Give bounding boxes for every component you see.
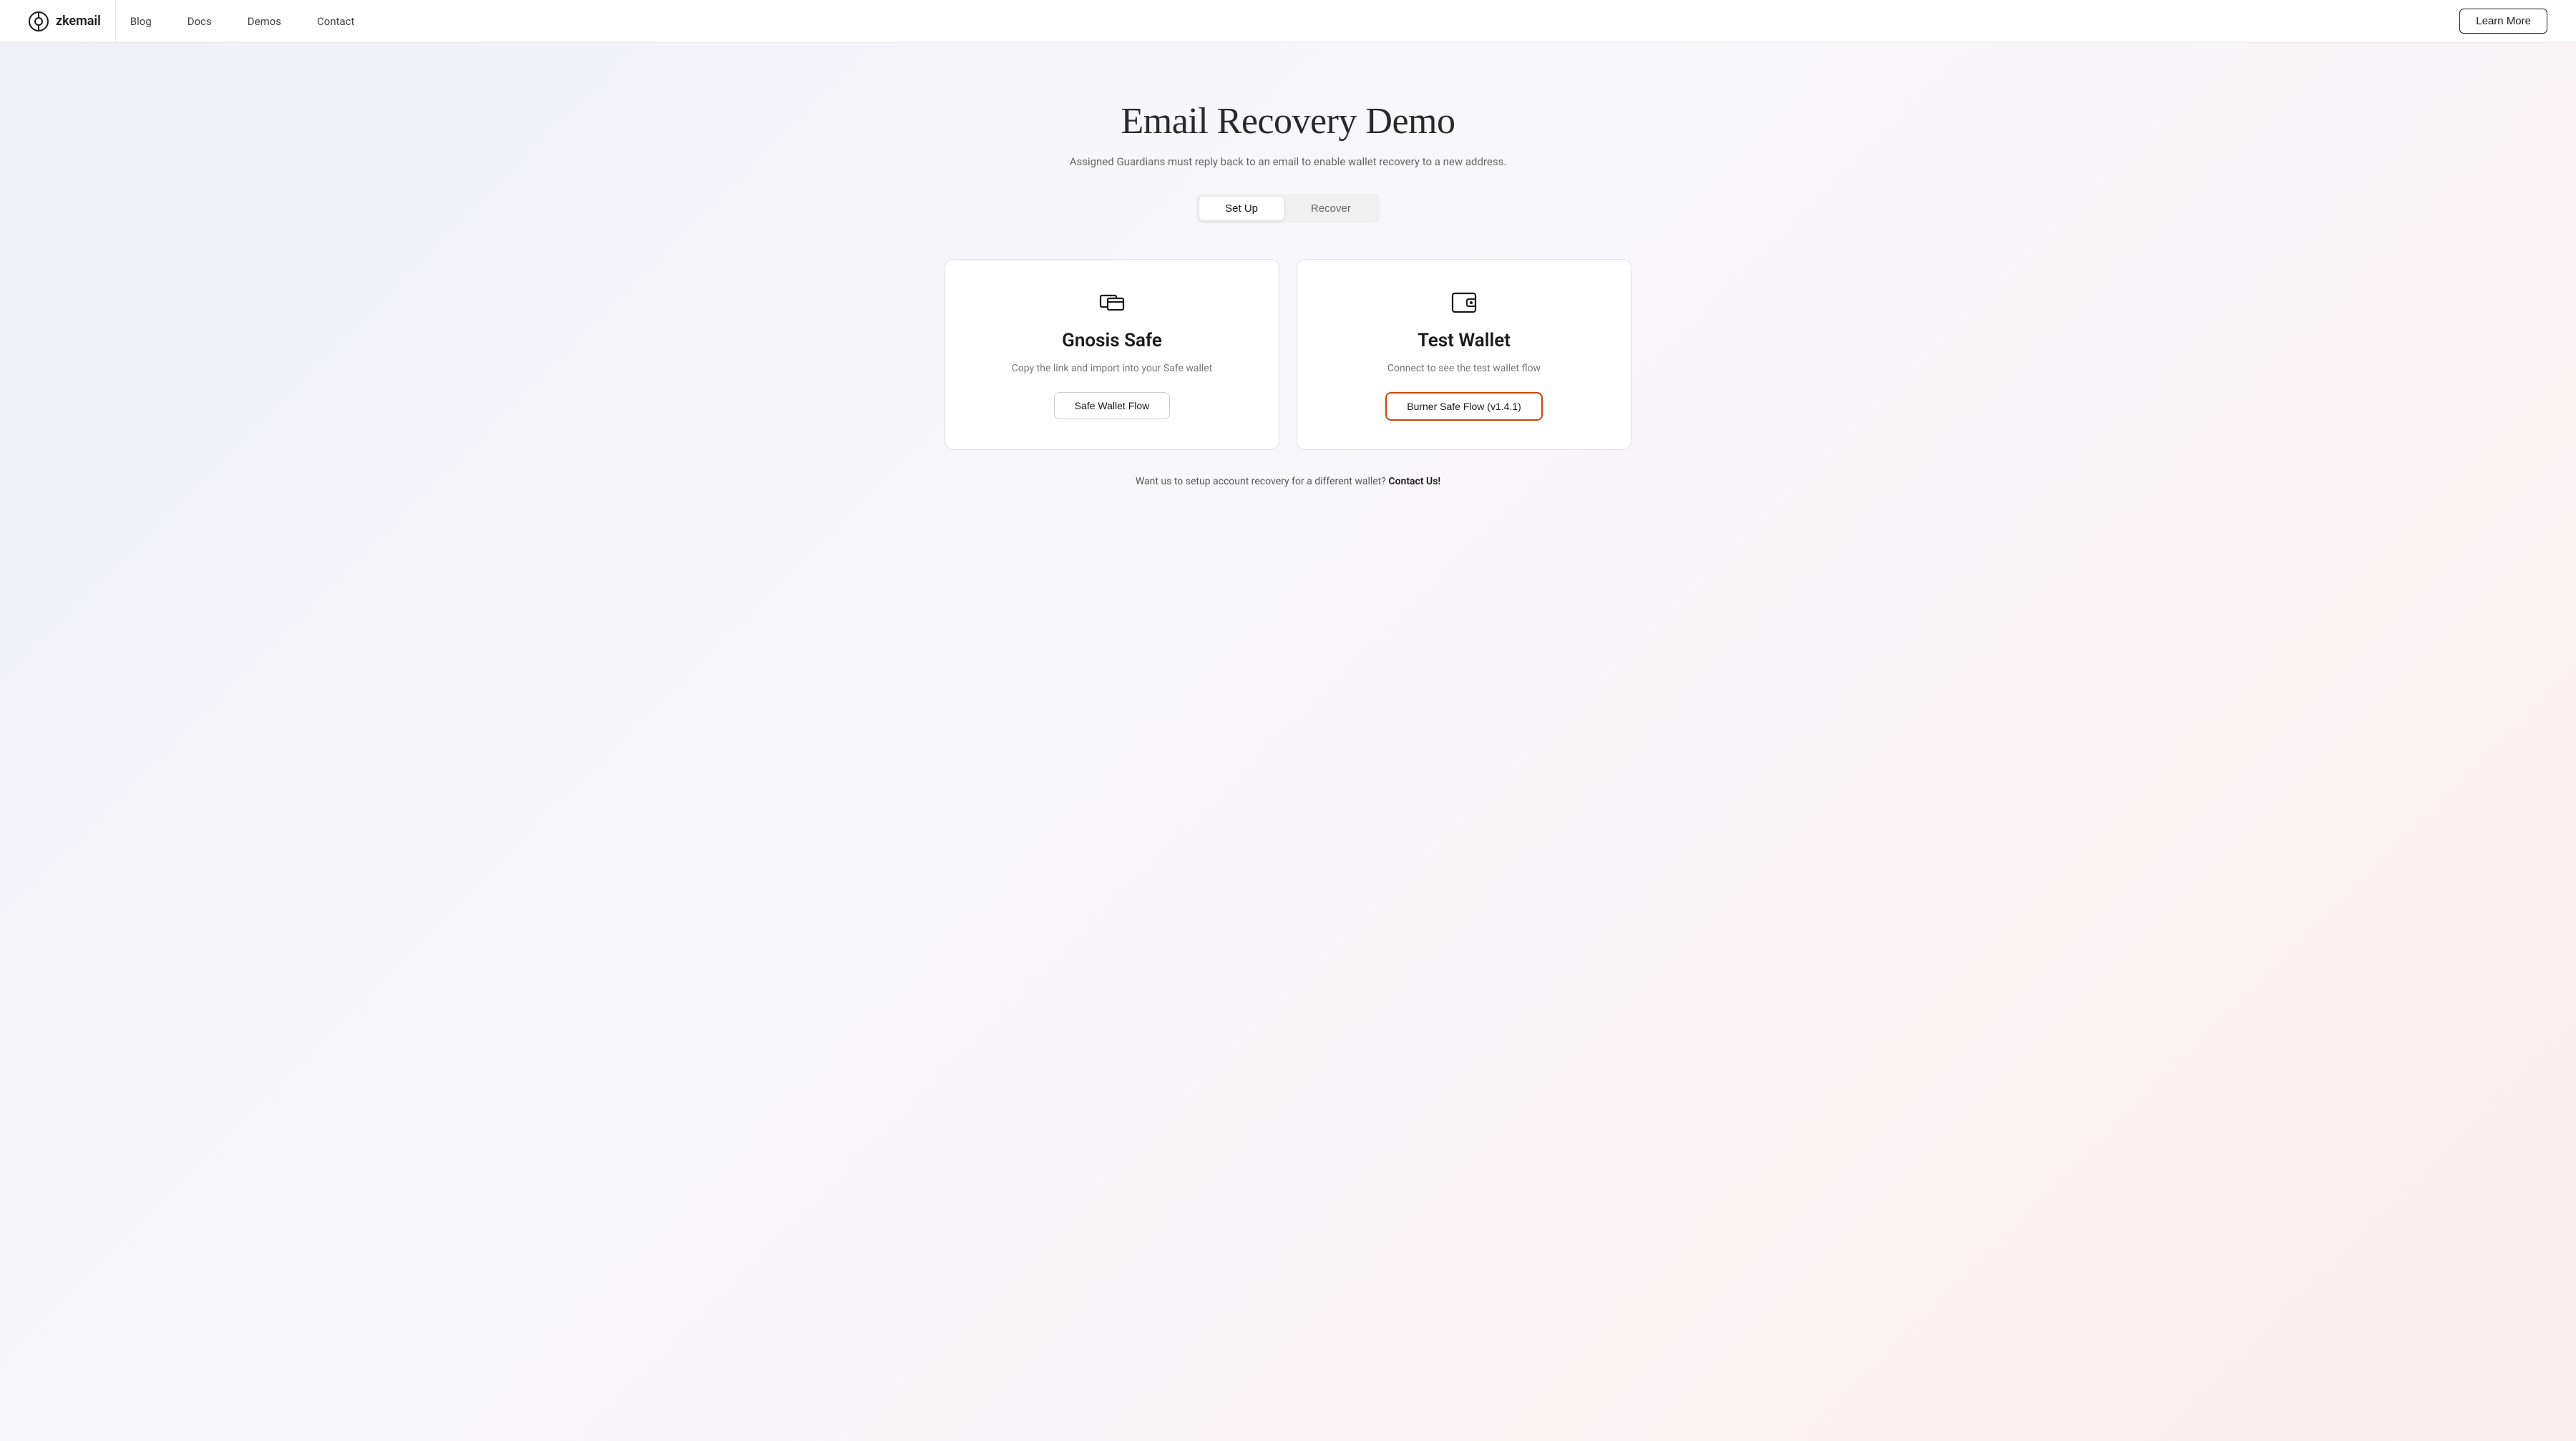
navbar-right: Learn More (2459, 9, 2547, 34)
logo-text: zkemail (56, 14, 101, 29)
tab-recover[interactable]: Recover (1285, 197, 1377, 220)
learn-more-button[interactable]: Learn More (2459, 9, 2547, 34)
test-wallet-icon (1450, 288, 1478, 317)
page-subtitle: Assigned Guardians must reply back to an… (1070, 155, 1507, 168)
logo-container: zkemail (29, 11, 101, 31)
nav-link-demos[interactable]: Demos (248, 15, 281, 28)
footer-text-content: Want us to setup account recovery for a … (1136, 476, 1386, 487)
gnosis-safe-description: Copy the link and import into your Safe … (1012, 361, 1213, 376)
gnosis-safe-title: Gnosis Safe (1062, 330, 1162, 351)
main-content: Email Recovery Demo Assigned Guardians m… (0, 43, 2576, 530)
navbar-links: Blog Docs Demos Contact (130, 15, 2460, 28)
nav-link-docs[interactable]: Docs (187, 15, 212, 28)
burner-safe-flow-button[interactable]: Burner Safe Flow (v1.4.1) (1385, 392, 1543, 421)
tab-setup[interactable]: Set Up (1199, 197, 1284, 220)
navbar: zkemail Blog Docs Demos Contact Learn Mo… (0, 0, 2576, 43)
test-wallet-card: Test Wallet Connect to see the test wall… (1297, 259, 1631, 450)
contact-us-link[interactable]: Contact Us! (1388, 476, 1440, 487)
gnosis-safe-icon (1098, 288, 1126, 317)
gnosis-safe-card: Gnosis Safe Copy the link and import int… (945, 259, 1279, 450)
toggle-tabs: Set Up Recover (1196, 194, 1380, 223)
page-title: Email Recovery Demo (1121, 100, 1455, 142)
nav-link-contact[interactable]: Contact (317, 15, 354, 28)
navbar-divider (115, 0, 116, 43)
nav-link-blog[interactable]: Blog (130, 15, 152, 28)
test-wallet-description: Connect to see the test wallet flow (1387, 361, 1541, 376)
zkemail-logo-icon (29, 11, 49, 31)
test-wallet-title: Test Wallet (1418, 330, 1511, 351)
cards-container: Gnosis Safe Copy the link and import int… (945, 259, 1631, 450)
footer-text: Want us to setup account recovery for a … (1136, 476, 1440, 487)
safe-wallet-flow-button[interactable]: Safe Wallet Flow (1054, 392, 1171, 419)
